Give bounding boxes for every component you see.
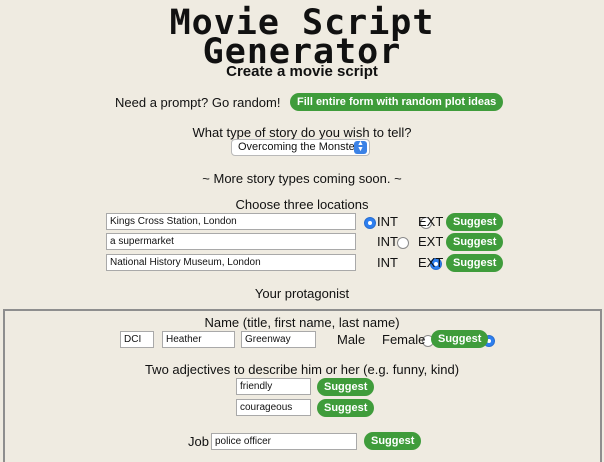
location-1-ext-label: EXT <box>418 214 444 229</box>
location-input-2[interactable]: a supermarket <box>106 233 356 250</box>
location-1-int-radio[interactable] <box>364 217 376 229</box>
coming-soon-note: ~ More story types coming soon. ~ <box>202 171 402 186</box>
adjective-input-1[interactable]: friendly <box>236 378 311 395</box>
location-2-int-label: INT <box>377 234 398 249</box>
app-title-line2: Generator <box>202 32 402 72</box>
location-3-suggest-button[interactable]: Suggest <box>446 254 504 272</box>
protagonist-heading: Your protagonist <box>254 286 350 301</box>
last-name-input[interactable]: Greenway <box>241 331 316 348</box>
female-label: Female <box>382 332 426 347</box>
adjective-1-suggest-button[interactable]: Suggest <box>317 378 375 396</box>
story-type-selected: Overcoming the Monster <box>238 141 359 153</box>
location-1-int-label: INT <box>377 214 398 229</box>
random-fill-button[interactable]: Fill entire form with random plot ideas <box>290 93 504 111</box>
locations-label: Choose three locations <box>235 197 369 212</box>
location-3-ext-label: EXT <box>418 255 444 270</box>
job-label: Job <box>188 434 209 449</box>
adjective-2-suggest-button[interactable]: Suggest <box>317 399 375 417</box>
random-prompt-label: Need a prompt? Go random! <box>115 95 281 110</box>
name-label: Name (title, first name, last name) <box>204 315 400 330</box>
adjectives-label: Two adjectives to describe him or her (e… <box>144 362 460 377</box>
location-2-int-radio[interactable] <box>396 237 409 249</box>
location-input-3[interactable]: National History Museum, London <box>106 254 356 271</box>
job-suggest-button[interactable]: Suggest <box>364 432 422 450</box>
job-input[interactable]: police officer <box>211 433 357 450</box>
location-3-int-label: INT <box>377 255 398 270</box>
location-input-1[interactable]: Kings Cross Station, London <box>106 213 356 230</box>
story-type-label: What type of story do you wish to tell? <box>192 125 412 140</box>
title-input[interactable]: DCI <box>120 331 154 348</box>
select-arrows-icon: ▲ ▼ <box>354 140 367 154</box>
location-1-suggest-button[interactable]: Suggest <box>446 213 504 231</box>
page-subtitle: Create a movie script <box>226 63 378 80</box>
location-2-ext-label: EXT <box>418 234 444 249</box>
story-type-select[interactable]: Overcoming the Monster ▲ ▼ <box>231 139 370 156</box>
first-name-input[interactable]: Heather <box>162 331 235 348</box>
name-suggest-button[interactable]: Suggest <box>431 330 489 348</box>
location-2-suggest-button[interactable]: Suggest <box>446 233 504 251</box>
adjective-input-2[interactable]: courageous <box>236 399 311 416</box>
male-label: Male <box>337 332 366 347</box>
